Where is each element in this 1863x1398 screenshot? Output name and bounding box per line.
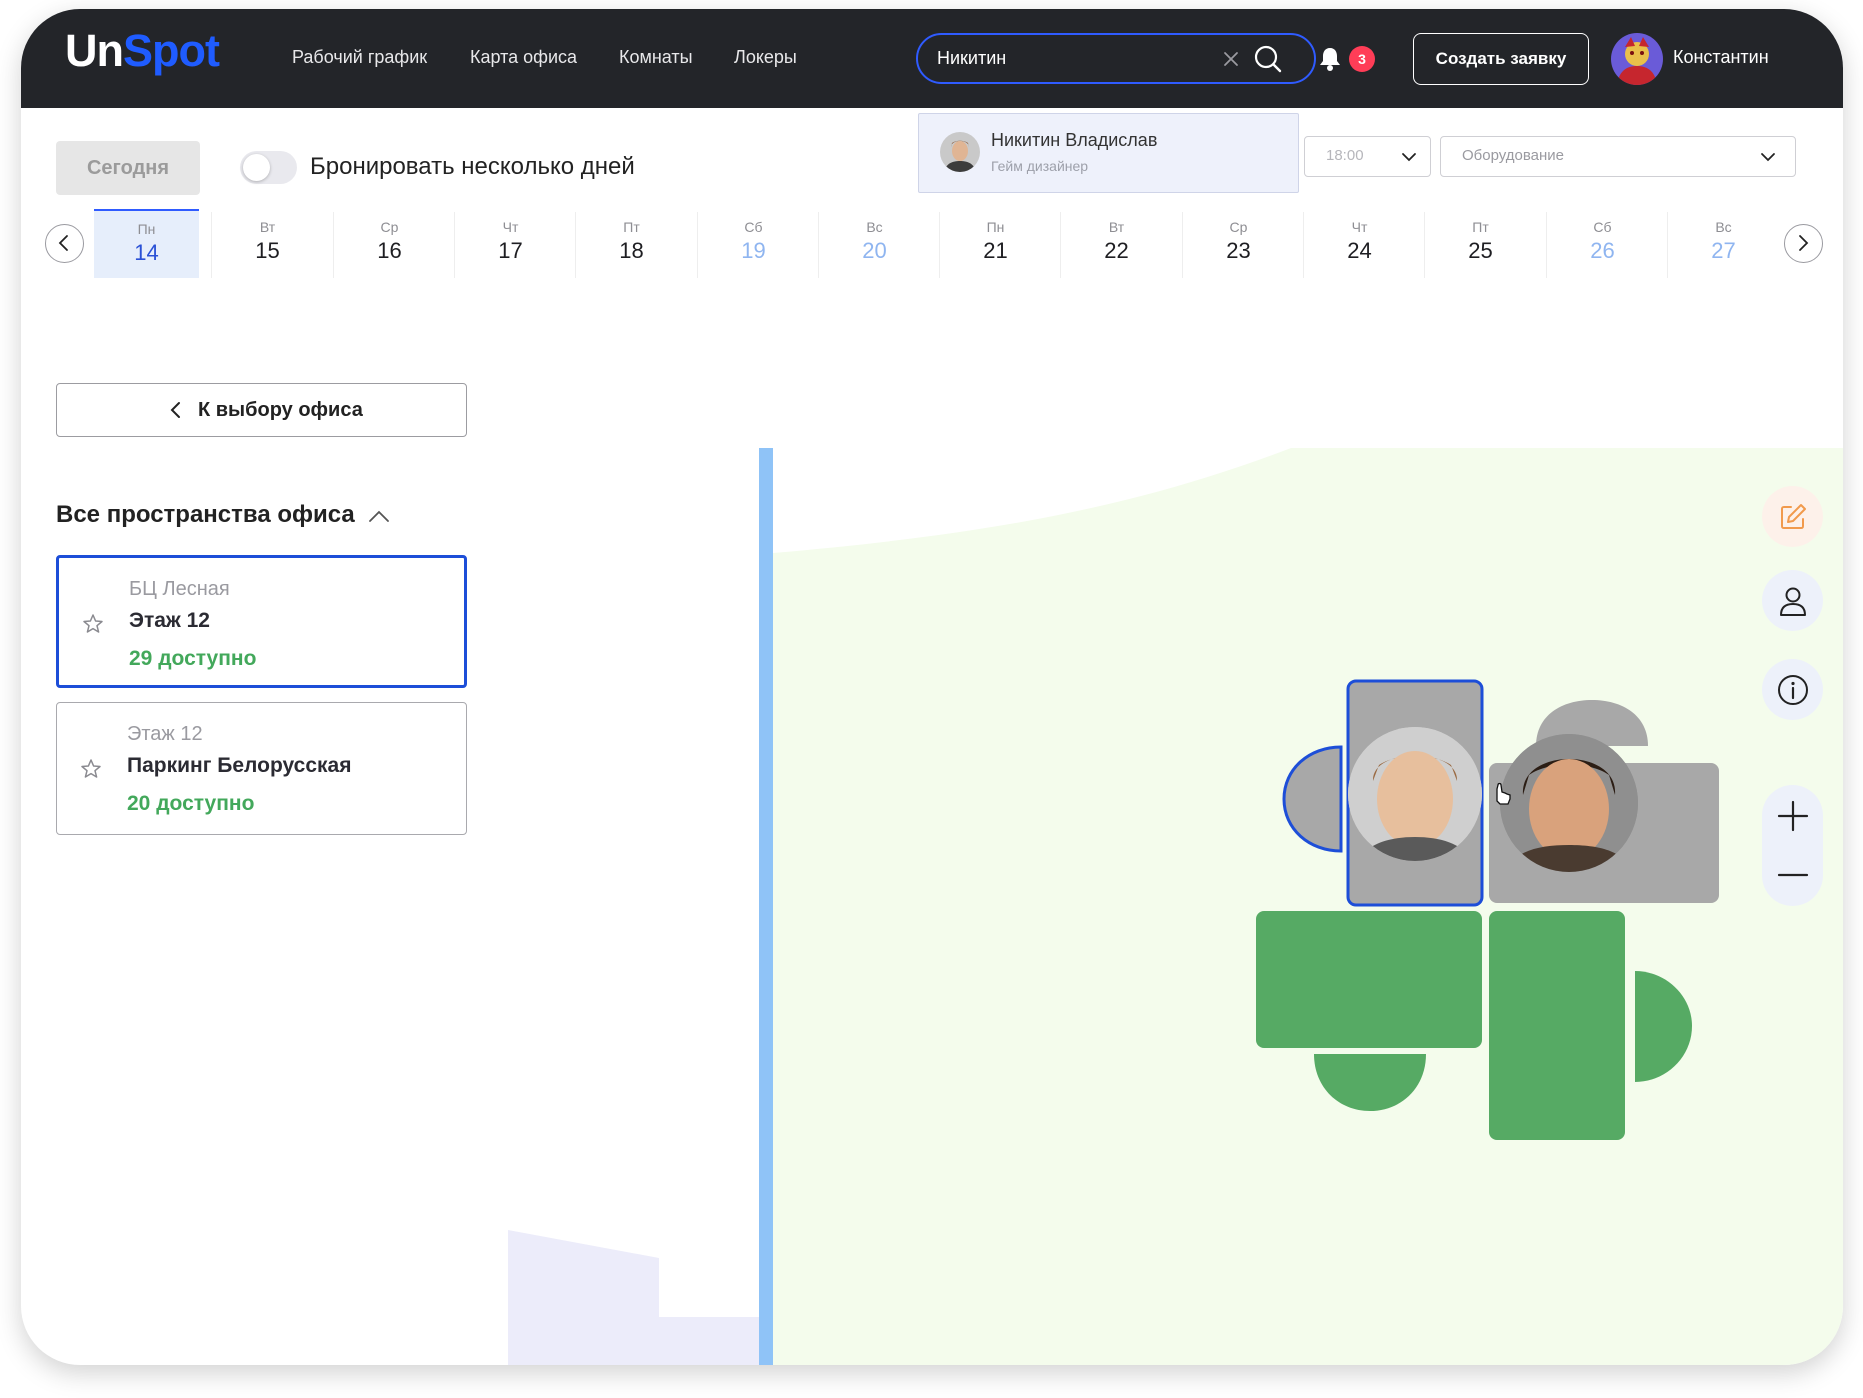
building-block — [508, 1230, 759, 1365]
floor-area — [773, 448, 1843, 1365]
person-icon — [1780, 587, 1806, 616]
free-desk — [1489, 911, 1625, 1140]
info-icon — [1778, 675, 1808, 705]
zoom-out-icon[interactable] — [1775, 857, 1811, 893]
app-window: UnSpot Рабочий график Карта офиса Комнат… — [21, 9, 1843, 1365]
office-map[interactable] — [21, 9, 1843, 1365]
edit-button[interactable] — [1762, 486, 1823, 547]
wall — [759, 448, 773, 1365]
free-desk — [1256, 911, 1482, 1048]
zoom-in-icon[interactable] — [1775, 798, 1811, 834]
zoom-controls — [1762, 785, 1823, 906]
people-button[interactable] — [1762, 570, 1823, 631]
info-button[interactable] — [1762, 659, 1823, 720]
edit-icon — [1781, 504, 1806, 529]
